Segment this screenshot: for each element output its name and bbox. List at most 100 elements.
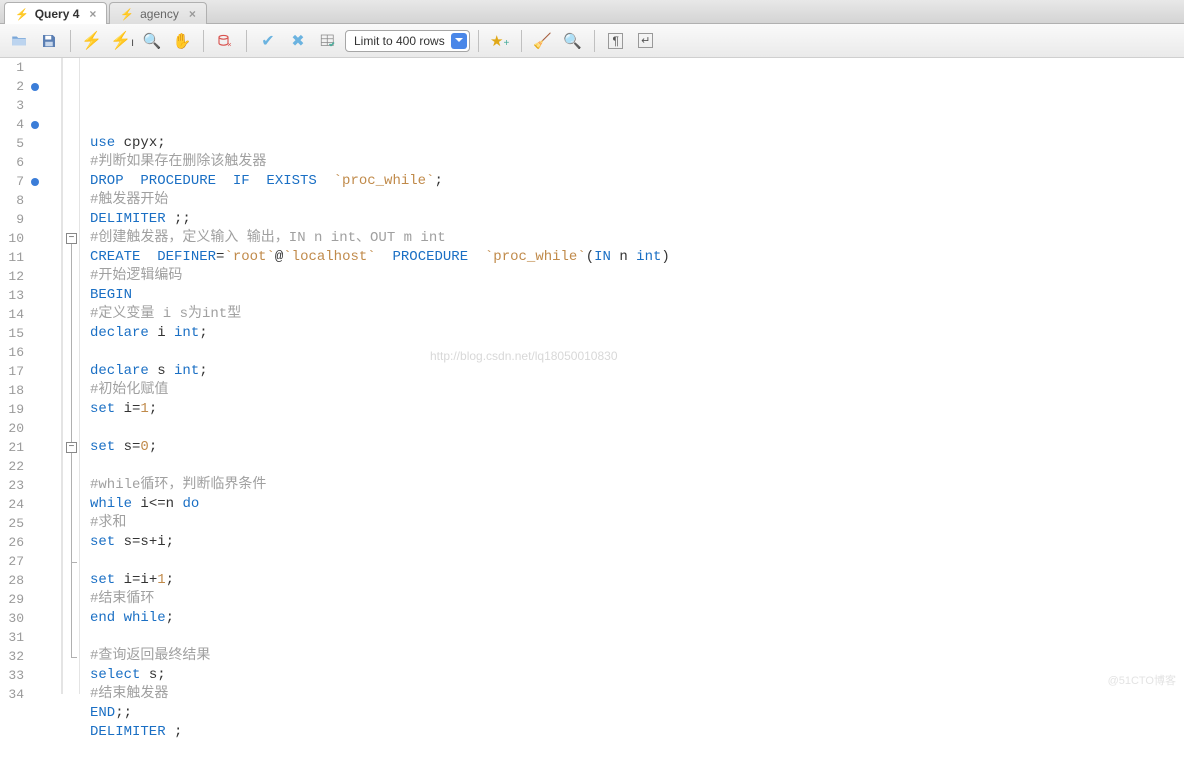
gutter-row[interactable]: 20 — [0, 419, 61, 438]
execute-current-button[interactable]: ⚡I — [109, 28, 135, 54]
gutter-row[interactable]: 27 — [0, 552, 61, 571]
code-line[interactable]: DELIMITER ; — [90, 723, 1184, 742]
beautify-button[interactable]: 🧹 — [530, 28, 556, 54]
gutter-row[interactable]: 9 — [0, 210, 61, 229]
gutter-row[interactable]: 29 — [0, 590, 61, 609]
token-pu: + — [149, 534, 157, 550]
gutter-row[interactable]: 25 — [0, 514, 61, 533]
gutter-row[interactable]: 16 — [0, 343, 61, 362]
gutter-row[interactable]: 18 — [0, 381, 61, 400]
code-line[interactable] — [90, 457, 1184, 476]
gutter-row[interactable]: 22 — [0, 457, 61, 476]
gutter-row[interactable]: 4 — [0, 115, 61, 134]
open-file-button[interactable] — [6, 28, 32, 54]
gutter-row[interactable]: 3 — [0, 96, 61, 115]
gutter-row[interactable]: 2 — [0, 77, 61, 96]
toggle-limit-button[interactable] — [315, 28, 341, 54]
code-line[interactable]: #结束触发器 — [90, 685, 1184, 704]
breakpoint-slot[interactable] — [28, 121, 42, 129]
gutter-row[interactable]: 1 — [0, 58, 61, 77]
code-line[interactable]: set i=i+1; — [90, 571, 1184, 590]
code-line[interactable]: declare s int; — [90, 362, 1184, 381]
execute-button[interactable]: ⚡ — [79, 28, 105, 54]
gutter-row[interactable]: 23 — [0, 476, 61, 495]
code-line[interactable]: DROP PROCEDURE IF EXISTS `proc_while`; — [90, 172, 1184, 191]
code-line[interactable]: #求和 — [90, 514, 1184, 533]
commit-button[interactable]: ✔ — [255, 28, 281, 54]
code-line[interactable]: set s=0; — [90, 438, 1184, 457]
code-line[interactable]: #查询返回最终结果 — [90, 647, 1184, 666]
code-line[interactable] — [90, 343, 1184, 362]
code-line[interactable]: BEGIN — [90, 286, 1184, 305]
code-line[interactable]: #结束循环 — [90, 590, 1184, 609]
code-line[interactable]: #while循环，判断临界条件 — [90, 476, 1184, 495]
token-pu: cpyx — [124, 135, 158, 151]
gutter-row[interactable]: 28 — [0, 571, 61, 590]
toggle-autocommit-button[interactable]: × — [212, 28, 238, 54]
code-line[interactable]: end while; — [90, 609, 1184, 628]
token-pu: s — [157, 363, 174, 379]
gutter-row[interactable]: 12 — [0, 267, 61, 286]
breakpoint-slot[interactable] — [28, 83, 42, 91]
fold-toggle[interactable]: − — [66, 233, 77, 244]
code-line[interactable] — [90, 628, 1184, 647]
code-line[interactable]: DELIMITER ;; — [90, 210, 1184, 229]
sql-editor[interactable]: 1234567891011121314151617181920212223242… — [0, 58, 1184, 694]
code-line[interactable] — [90, 115, 1184, 134]
explain-button[interactable]: 🔍 — [139, 28, 165, 54]
gutter-row[interactable]: 26 — [0, 533, 61, 552]
limit-rows-select[interactable]: Limit to 400 rows — [345, 30, 470, 52]
code-line[interactable]: set i=1; — [90, 400, 1184, 419]
gutter-row[interactable]: 13 — [0, 286, 61, 305]
gutter-row[interactable]: 5 — [0, 134, 61, 153]
gutter-row[interactable]: 34 — [0, 685, 61, 704]
find-button[interactable]: 🔍 — [560, 28, 586, 54]
breakpoint-dot-icon — [31, 83, 39, 91]
save-file-button[interactable] — [36, 28, 62, 54]
gutter-row[interactable]: 30 — [0, 609, 61, 628]
gutter-row[interactable]: 17 — [0, 362, 61, 381]
code-line[interactable]: set s=s+i; — [90, 533, 1184, 552]
close-icon[interactable]: × — [189, 7, 196, 21]
gutter-row[interactable]: 31 — [0, 628, 61, 647]
token-kw: int — [636, 249, 661, 265]
gutter-row[interactable]: 32 — [0, 647, 61, 666]
code-line[interactable]: while i<=n do — [90, 495, 1184, 514]
gutter-row[interactable]: 10 — [0, 229, 61, 248]
gutter-row[interactable]: 24 — [0, 495, 61, 514]
rollback-button[interactable]: ✖ — [285, 28, 311, 54]
gutter-row[interactable]: 11 — [0, 248, 61, 267]
code-line[interactable]: #定义变量 i s为int型 — [90, 305, 1184, 324]
gutter-row[interactable]: 21 — [0, 438, 61, 457]
code-line[interactable]: CREATE DEFINER=`root`@`localhost` PROCED… — [90, 248, 1184, 267]
code-line[interactable]: #开始逻辑编码 — [90, 267, 1184, 286]
code-line[interactable] — [90, 742, 1184, 761]
stop-button[interactable]: ✋ — [169, 28, 195, 54]
code-line[interactable]: #触发器开始 — [90, 191, 1184, 210]
breakpoint-slot[interactable] — [28, 178, 42, 186]
code-line[interactable]: #初始化赋值 — [90, 381, 1184, 400]
code-line[interactable]: END;; — [90, 704, 1184, 723]
code-area[interactable]: http://blog.csdn.net/lq18050010830 use c… — [80, 58, 1184, 694]
gutter-row[interactable]: 7 — [0, 172, 61, 191]
code-line[interactable] — [90, 419, 1184, 438]
code-line[interactable]: #判断如果存在删除该触发器 — [90, 153, 1184, 172]
gutter-row[interactable]: 6 — [0, 153, 61, 172]
fold-toggle[interactable]: − — [66, 442, 77, 453]
code-line[interactable]: #创建触发器，定义输入 输出，IN n int、OUT m int — [90, 229, 1184, 248]
gutter-row[interactable]: 15 — [0, 324, 61, 343]
code-line[interactable]: declare i int; — [90, 324, 1184, 343]
toggle-wrap-button[interactable]: ↵ — [633, 28, 659, 54]
close-icon[interactable]: × — [89, 7, 96, 21]
gutter-row[interactable]: 19 — [0, 400, 61, 419]
tab-agency[interactable]: ⚡ agency × — [109, 2, 206, 24]
toggle-invisible-button[interactable]: ¶ — [603, 28, 629, 54]
gutter-row[interactable]: 8 — [0, 191, 61, 210]
code-line[interactable]: use cpyx; — [90, 134, 1184, 153]
code-line[interactable]: select s; — [90, 666, 1184, 685]
gutter-row[interactable]: 33 — [0, 666, 61, 685]
code-line[interactable] — [90, 552, 1184, 571]
add-snippet-button[interactable]: ★+ — [487, 28, 513, 54]
gutter-row[interactable]: 14 — [0, 305, 61, 324]
tab-query-4[interactable]: ⚡ Query 4 × — [4, 2, 107, 24]
